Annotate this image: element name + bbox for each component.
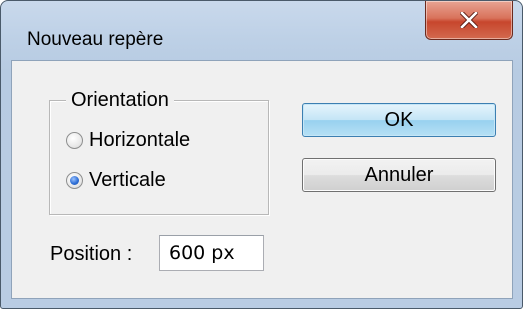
close-button[interactable] — [425, 1, 513, 40]
title-bar[interactable]: Nouveau repère — [1, 1, 522, 59]
radio-verticale[interactable]: Verticale — [66, 169, 166, 192]
ok-button[interactable]: OK — [302, 103, 496, 137]
radio-checked-icon[interactable] — [66, 172, 83, 189]
radio-horizontale-label[interactable]: Horizontale — [89, 129, 190, 152]
radio-unchecked-icon[interactable] — [66, 132, 83, 149]
cancel-button[interactable]: Annuler — [302, 158, 496, 192]
dialog-window: Nouveau repère Orientation Horizontale V… — [0, 0, 523, 309]
position-input[interactable] — [159, 235, 264, 271]
orientation-legend: Orientation — [66, 89, 174, 111]
radio-verticale-label[interactable]: Verticale — [89, 169, 166, 192]
position-label: Position : — [50, 243, 133, 265]
radio-horizontale[interactable]: Horizontale — [66, 129, 190, 152]
window-title: Nouveau repère — [27, 29, 164, 50]
close-x-icon — [460, 12, 478, 28]
dialog-content: Orientation Horizontale Verticale Positi… — [11, 60, 513, 299]
orientation-group: Orientation Horizontale Verticale — [49, 89, 269, 215]
